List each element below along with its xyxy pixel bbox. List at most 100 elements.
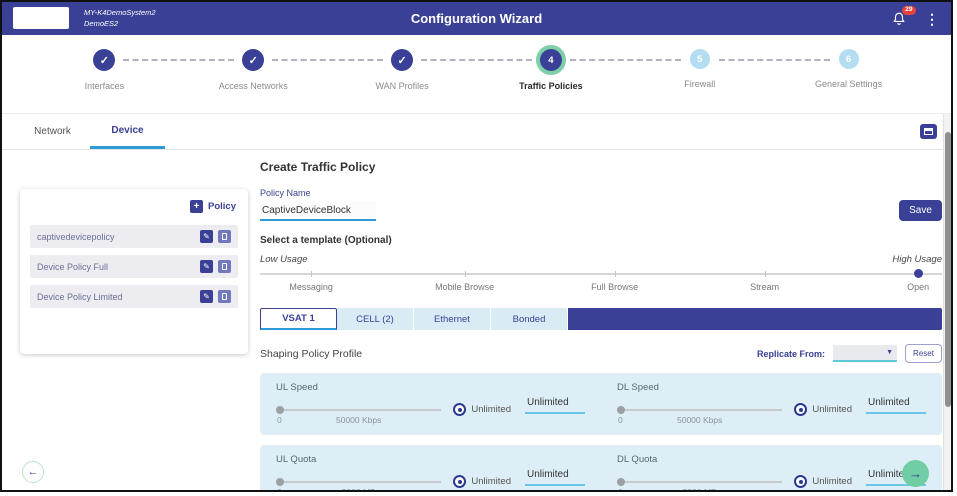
slider-tick bbox=[311, 271, 312, 277]
expand-panel-icon[interactable] bbox=[920, 124, 937, 139]
tab-bar-filler bbox=[568, 308, 942, 330]
step-general-settings[interactable]: 6 General Settings bbox=[774, 35, 923, 113]
step-number: 6 bbox=[839, 49, 859, 69]
notification-badge: 29 bbox=[902, 6, 916, 16]
add-policy-button[interactable]: + Policy bbox=[190, 200, 236, 213]
ul-speed-slider-track[interactable]: 0 50000 Kbps bbox=[276, 405, 441, 425]
low-usage-label: Low Usage bbox=[260, 254, 308, 265]
kebab-menu-icon[interactable]: ⋮ bbox=[925, 12, 939, 26]
reset-button[interactable]: Reset bbox=[905, 344, 942, 363]
template-heading: Select a template (Optional) bbox=[260, 235, 942, 246]
slider-line bbox=[276, 481, 441, 483]
template-option: Stream bbox=[750, 282, 779, 292]
policy-name: Device Policy Limited bbox=[37, 292, 195, 302]
replicate-from-select[interactable]: ▼ bbox=[833, 345, 897, 362]
radio-label: Unlimited bbox=[812, 476, 852, 487]
dl-speed-slider-handle[interactable] bbox=[617, 406, 625, 414]
step-label: Traffic Policies bbox=[519, 81, 583, 91]
notifications-button[interactable]: 29 bbox=[892, 11, 907, 27]
step-check-icon bbox=[93, 49, 115, 71]
policy-list-item[interactable]: captivedevicepolicy ✎ bbox=[30, 225, 238, 248]
edit-icon[interactable]: ✎ bbox=[200, 290, 213, 303]
edit-icon[interactable]: ✎ bbox=[200, 230, 213, 243]
slider-line bbox=[617, 481, 782, 483]
shaping-header-row: Shaping Policy Profile Replicate From: ▼… bbox=[260, 344, 942, 363]
ul-quota-label: UL Quota bbox=[276, 454, 585, 465]
trash-glyph bbox=[222, 233, 227, 240]
edit-icon[interactable]: ✎ bbox=[200, 260, 213, 273]
ul-quota-value-field[interactable]: Unlimited bbox=[525, 469, 585, 486]
delete-icon[interactable] bbox=[218, 290, 231, 303]
dl-speed-group: DL Speed 0 50000 Kbps Unlimited Unlimi bbox=[601, 382, 942, 425]
trash-glyph bbox=[222, 293, 227, 300]
topbar-actions: 29 ⋮ bbox=[892, 2, 939, 35]
ul-speed-group: UL Speed 0 50000 Kbps Unlimited Unlimi bbox=[260, 382, 601, 425]
tab-cell[interactable]: CELL (2) bbox=[337, 308, 414, 330]
step-label: Access Networks bbox=[219, 81, 288, 91]
top-bar: MY-K4DemoSystem2 DemoES2 Configuration W… bbox=[2, 2, 951, 35]
page-title: Configuration Wizard bbox=[2, 11, 951, 26]
ul-speed-slider-handle[interactable] bbox=[276, 406, 284, 414]
template-slider-handle[interactable] bbox=[914, 269, 923, 278]
window-icon bbox=[924, 128, 933, 135]
tab-bonded[interactable]: Bonded bbox=[491, 308, 568, 330]
policy-name-row: Save bbox=[260, 200, 942, 221]
radio-selected-icon[interactable] bbox=[453, 475, 466, 488]
policy-name: captivedevicepolicy bbox=[37, 232, 195, 242]
slider-max: 50000 Kbps bbox=[677, 415, 722, 425]
dl-speed-value-field[interactable]: Unlimited bbox=[866, 397, 926, 414]
dl-speed-slider-track[interactable]: 0 50000 Kbps bbox=[617, 405, 782, 425]
step-access-networks[interactable]: Access Networks bbox=[179, 35, 328, 113]
step-firewall[interactable]: 5 Firewall bbox=[625, 35, 774, 113]
radio-selected-icon[interactable] bbox=[794, 475, 807, 488]
tab-network[interactable]: Network bbox=[15, 114, 90, 149]
save-button[interactable]: Save bbox=[899, 200, 942, 221]
radio-label: Unlimited bbox=[471, 476, 511, 487]
step-interfaces[interactable]: Interfaces bbox=[30, 35, 179, 113]
slider-tick bbox=[765, 271, 766, 277]
radio-label: Unlimited bbox=[471, 404, 511, 415]
step-number: 5 bbox=[690, 49, 710, 69]
radio-selected-icon[interactable] bbox=[453, 403, 466, 416]
delete-icon[interactable] bbox=[218, 260, 231, 273]
dl-speed-label: DL Speed bbox=[617, 382, 926, 393]
policy-name-input[interactable] bbox=[260, 201, 376, 221]
step-traffic-policies[interactable]: 4 Traffic Policies bbox=[476, 35, 625, 113]
tab-vsat-1[interactable]: VSAT 1 bbox=[260, 308, 337, 330]
ul-quota-slider-track[interactable]: 0 2000 MB bbox=[276, 477, 441, 492]
slider-line bbox=[260, 273, 942, 275]
back-button[interactable]: ← bbox=[22, 461, 44, 483]
step-check-icon bbox=[391, 49, 413, 71]
template-option: Open bbox=[907, 282, 929, 292]
template-option: Mobile Browse bbox=[435, 282, 494, 292]
dl-quota-slider-track[interactable]: 0 5000 MB bbox=[617, 477, 782, 492]
policy-list-item[interactable]: Device Policy Limited ✎ bbox=[30, 285, 238, 308]
scrollbar-thumb[interactable] bbox=[945, 132, 951, 407]
template-option-labels: Messaging Mobile Browse Full Browse Stre… bbox=[260, 282, 942, 295]
ul-quota-unlimited-option: Unlimited bbox=[453, 475, 511, 488]
scrollbar-track[interactable] bbox=[943, 114, 951, 490]
delete-icon[interactable] bbox=[218, 230, 231, 243]
ul-quota-slider-handle[interactable] bbox=[276, 478, 284, 486]
tab-ethernet[interactable]: Ethernet bbox=[414, 308, 491, 330]
step-label: Firewall bbox=[684, 79, 715, 89]
step-label: WAN Profiles bbox=[375, 81, 428, 91]
step-number: 4 bbox=[540, 49, 562, 71]
high-usage-label: High Usage bbox=[892, 254, 942, 265]
tab-device[interactable]: Device bbox=[90, 114, 165, 149]
ul-speed-value-field[interactable]: Unlimited bbox=[525, 397, 585, 414]
radio-selected-icon[interactable] bbox=[794, 403, 807, 416]
policy-list-panel: + Policy captivedevicepolicy ✎ Device Po… bbox=[20, 189, 248, 354]
template-slider-track[interactable] bbox=[260, 270, 942, 279]
policy-list-item[interactable]: Device Policy Full ✎ bbox=[30, 255, 238, 278]
template-option: Messaging bbox=[289, 282, 333, 292]
step-check-icon bbox=[242, 49, 264, 71]
dl-quota-unlimited-option: Unlimited bbox=[794, 475, 852, 488]
dl-quota-slider-handle[interactable] bbox=[617, 478, 625, 486]
template-option: Full Browse bbox=[591, 282, 638, 292]
ul-speed-label: UL Speed bbox=[276, 382, 585, 393]
step-wan-profiles[interactable]: WAN Profiles bbox=[328, 35, 477, 113]
replicate-group: Replicate From: ▼ Reset bbox=[757, 344, 942, 363]
wizard-stepper: Interfaces Access Networks WAN Profiles … bbox=[2, 35, 951, 114]
next-button[interactable]: → bbox=[902, 460, 929, 487]
